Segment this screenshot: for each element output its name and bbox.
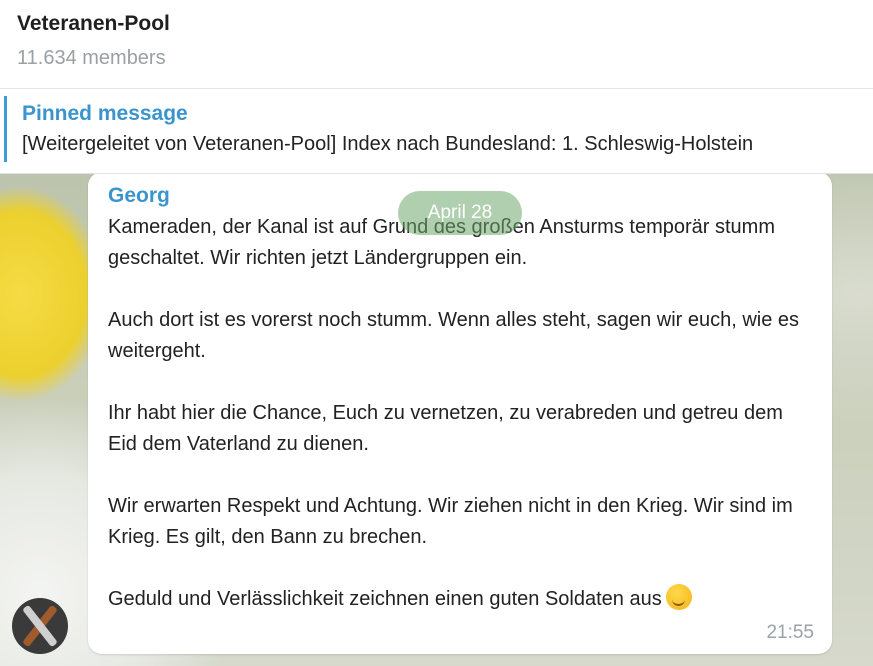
pinned-title: Pinned message [22,102,188,125]
message-paragraph: Ihr habt hier die Chance, Euch zu vernet… [108,402,783,455]
sender-avatar[interactable] [12,598,68,654]
member-count: 11.634 members [17,47,166,69]
message-sender[interactable]: Georg [108,184,170,208]
message-paragraph: Wir erwarten Respekt und Achtung. Wir zi… [108,495,793,548]
message-paragraph-last: Geduld und Verlässlichkeit zeichnen eine… [108,584,808,615]
pinned-text[interactable]: [Weitergeleitet von Veteranen-Pool] Inde… [22,133,753,156]
message-bubble[interactable]: Georg Kameraden, der Kanal ist auf Grund… [88,174,832,654]
chat-header[interactable]: Veteranen-Pool 11.634 members [0,0,873,89]
pinned-accent-bar [4,96,7,162]
winking-face-emoji-icon [665,584,692,610]
message-text: Kameraden, der Kanal ist auf Grund des g… [108,212,808,615]
date-separator: April 28 [398,191,522,235]
message-paragraph: Auch dort ist es vorerst noch stumm. Wen… [108,309,800,362]
pinned-message-bar[interactable]: Pinned message [Weitergeleitet von Veter… [0,89,873,174]
chat-title[interactable]: Veteranen-Pool [17,12,170,36]
message-time: 21:55 [766,622,814,643]
chat-area[interactable]: April 28 Georg Kameraden, der Kanal ist … [0,174,873,666]
message-paragraph: Geduld und Verlässlichkeit zeichnen eine… [108,588,662,610]
